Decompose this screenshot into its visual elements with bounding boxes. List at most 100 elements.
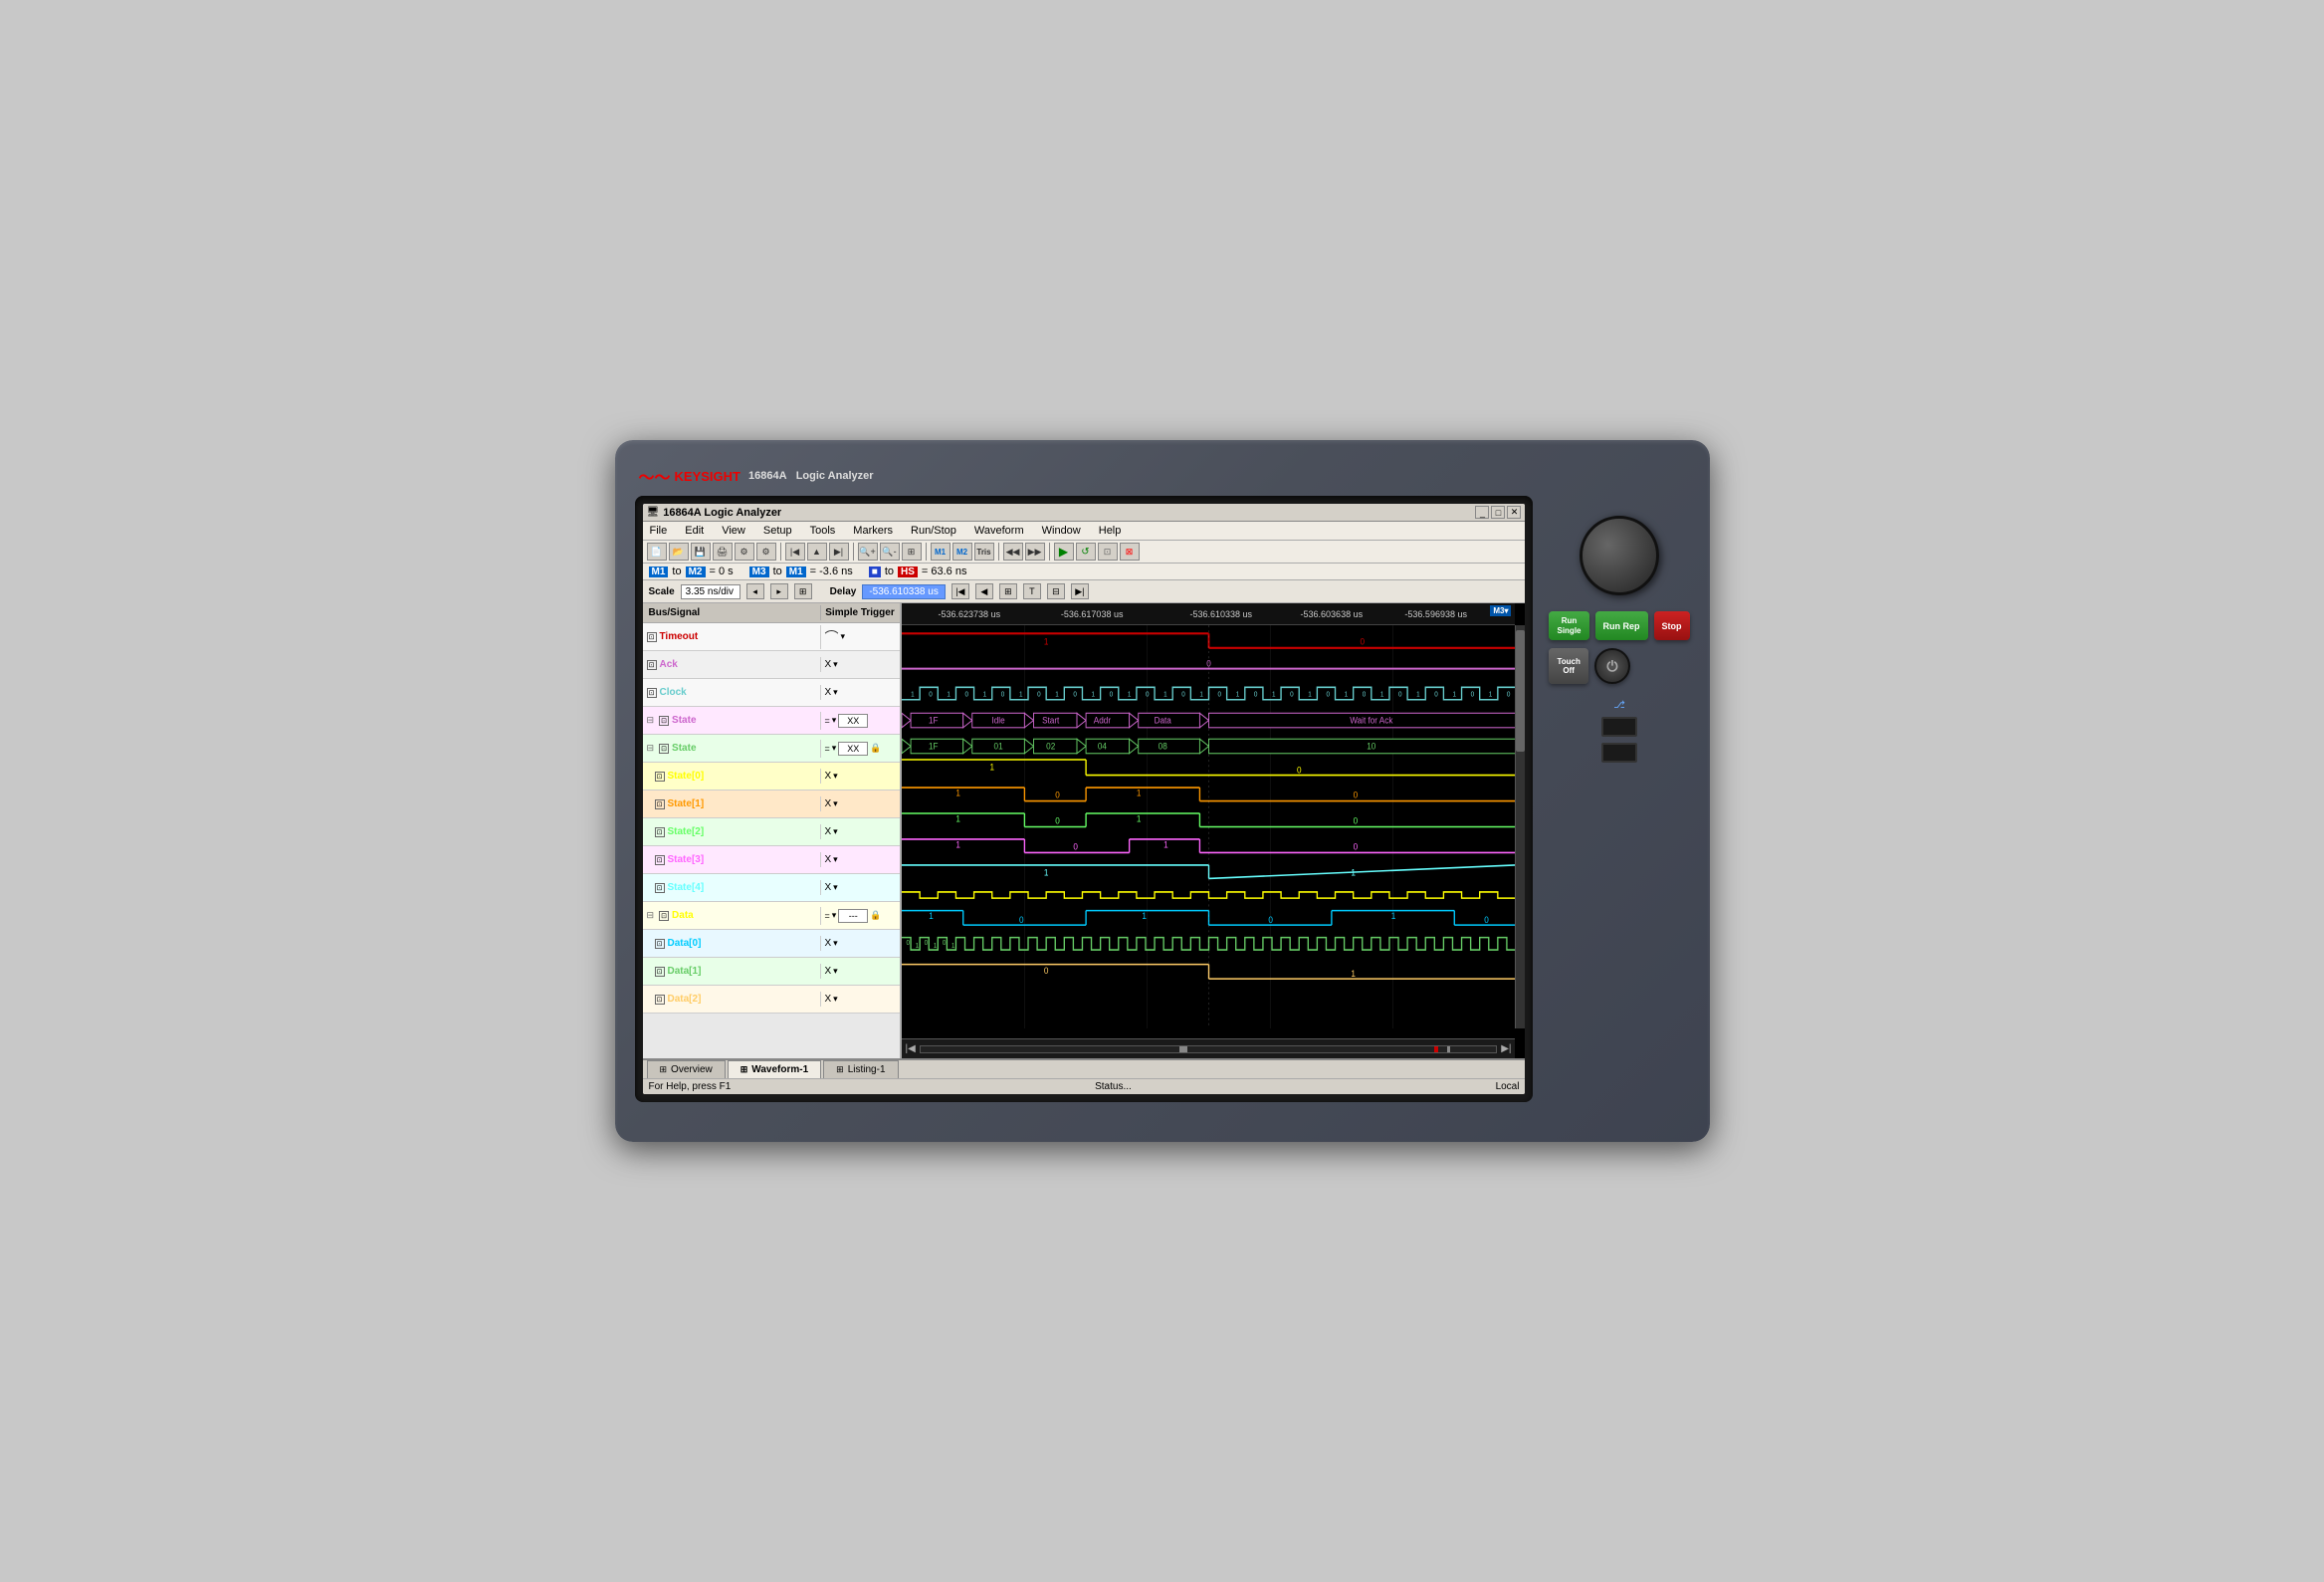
scale-dec[interactable]: ◂ [746,583,764,599]
data0-trigger[interactable]: X ▾ [820,936,900,951]
menu-setup[interactable]: Setup [760,524,795,538]
state4-trigger[interactable]: X ▾ [820,880,900,895]
run2-btn[interactable]: ↺ [1076,543,1096,561]
tab-overview[interactable]: ⊞ Overview [647,1060,726,1078]
menu-file[interactable]: File [647,524,671,538]
main-knob[interactable] [1580,516,1659,595]
state1-expand[interactable]: ⊟ [647,715,655,726]
scrollbar-vertical[interactable] [1515,625,1525,1028]
next-edge[interactable]: ▶▶ [1025,543,1045,561]
waveform-display[interactable]: -536.623738 us -536.617038 us -536.61033… [902,603,1526,1058]
run-rep-button[interactable]: Run Rep [1595,611,1648,640]
nav-end[interactable]: ▶| [1499,1043,1513,1054]
tb4[interactable]: ⚙ [735,543,754,561]
zoom-fit[interactable]: ⊞ [902,543,922,561]
timeout-trigger[interactable]: ⌒ ▾ [820,625,900,649]
delay-nav5[interactable]: ⊟ [1047,583,1065,599]
save-button[interactable]: 💾 [691,543,711,561]
state1-trigger[interactable]: = ▾ [820,712,900,730]
tab-waveform1[interactable]: ⊞ Waveform-1 [728,1060,821,1078]
stop-button[interactable]: Stop [1654,611,1690,640]
run-single-button[interactable]: RunSingle [1549,611,1588,640]
clock-trigger[interactable]: X ▾ [820,685,900,700]
ack-trigger[interactable]: X ▾ [820,657,900,672]
trigger-dropdown-icon[interactable]: ▾ [841,631,846,642]
ack-trigger-dropdown[interactable]: ▾ [833,659,838,670]
minimize-button[interactable]: _ [1475,506,1489,519]
scale-fit[interactable]: ⊞ [794,583,812,599]
tb5[interactable]: ⚙ [756,543,776,561]
data-lock[interactable]: 🔒 [870,910,881,921]
trig-btn[interactable]: Tris [974,543,994,561]
goto-start[interactable]: |◀ [785,543,805,561]
state2-trigger[interactable]: = ▾ 🔒 [820,740,900,758]
open-button[interactable]: 📂 [669,543,689,561]
data0-dropdown[interactable]: ▾ [833,938,838,949]
delay-value[interactable]: -536.610338 us [862,584,946,599]
delay-nav3[interactable]: ⊞ [999,583,1017,599]
zoom-in[interactable]: 🔍+ [858,543,878,561]
state1b-icon: ⊡ [655,799,665,809]
clock-trigger-dropdown[interactable]: ▾ [833,687,838,698]
state1-eq-dropdown[interactable]: ▾ [832,715,837,726]
menu-help[interactable]: Help [1096,524,1125,538]
data2-trigger[interactable]: X ▾ [820,992,900,1007]
maximize-button[interactable]: □ [1491,506,1505,519]
zoom-out[interactable]: 🔍- [880,543,900,561]
state1-trigger-input[interactable] [838,714,868,728]
scale-label: Scale [649,586,675,597]
menu-runstop[interactable]: Run/Stop [908,524,959,538]
state0-trigger[interactable]: X ▾ [820,769,900,784]
nav-start[interactable]: |◀ [904,1043,918,1054]
data2-dropdown[interactable]: ▾ [833,994,838,1005]
stop-btn[interactable]: ⊡ [1098,543,1118,561]
delay-nav6[interactable]: ▶| [1071,583,1089,599]
scale-value[interactable]: 3.35 ns/div [681,584,740,599]
nav-track[interactable] [920,1045,1497,1053]
state4-dropdown[interactable]: ▾ [833,882,838,893]
menu-edit[interactable]: Edit [682,524,707,538]
state3-dropdown[interactable]: ▾ [833,854,838,865]
menu-waveform[interactable]: Waveform [971,524,1027,538]
run-btn[interactable]: ▶ [1054,543,1074,561]
goto-trigger[interactable]: ▲ [807,543,827,561]
state2b-dropdown[interactable]: ▾ [833,826,838,837]
menu-markers[interactable]: Markers [850,524,896,538]
print-button[interactable]: 🖨 [713,543,733,561]
scrollbar-thumb-v[interactable] [1516,630,1525,752]
data1-trigger[interactable]: X ▾ [820,964,900,979]
data-expand[interactable]: ⊟ [647,910,655,921]
goto-end[interactable]: ▶| [829,543,849,561]
state1b-trigger[interactable]: X ▾ [820,796,900,811]
signal-name-ack: ⊡ Ack [643,657,820,672]
state2-lock[interactable]: 🔒 [870,743,881,754]
power-button[interactable]: ⏻ [1594,648,1630,684]
delay-nav2[interactable]: ◀ [975,583,993,599]
data1-dropdown[interactable]: ▾ [833,966,838,977]
data-trigger[interactable]: = ▾ 🔒 [820,907,900,925]
svg-text:0: 0 [1000,691,1004,698]
state1b-dropdown[interactable]: ▾ [833,798,838,809]
state3-trigger[interactable]: X ▾ [820,852,900,867]
data-trigger-input[interactable] [838,909,868,923]
stop2-btn[interactable]: ⊠ [1120,543,1140,561]
data-eq-dropdown[interactable]: ▾ [832,910,837,921]
menu-tools[interactable]: Tools [807,524,839,538]
close-button[interactable]: ✕ [1507,506,1521,519]
state0-dropdown[interactable]: ▾ [833,771,838,782]
prev-edge[interactable]: ◀◀ [1003,543,1023,561]
scale-inc[interactable]: ▸ [770,583,788,599]
state2b-trigger[interactable]: X ▾ [820,824,900,839]
m1-btn[interactable]: M1 [931,543,951,561]
menu-view[interactable]: View [719,524,748,538]
m2-btn[interactable]: M2 [952,543,972,561]
menu-window[interactable]: Window [1039,524,1084,538]
state2-eq-dropdown[interactable]: ▾ [832,743,837,754]
delay-nav4[interactable]: T [1023,583,1041,599]
state2-expand[interactable]: ⊟ [647,743,655,754]
tab-listing1[interactable]: ⊞ Listing-1 [823,1060,898,1078]
state2-trigger-input[interactable] [838,742,868,756]
new-button[interactable]: 📄 [647,543,667,561]
touch-off-button[interactable]: TouchOff [1549,648,1587,684]
delay-nav1[interactable]: |◀ [951,583,969,599]
